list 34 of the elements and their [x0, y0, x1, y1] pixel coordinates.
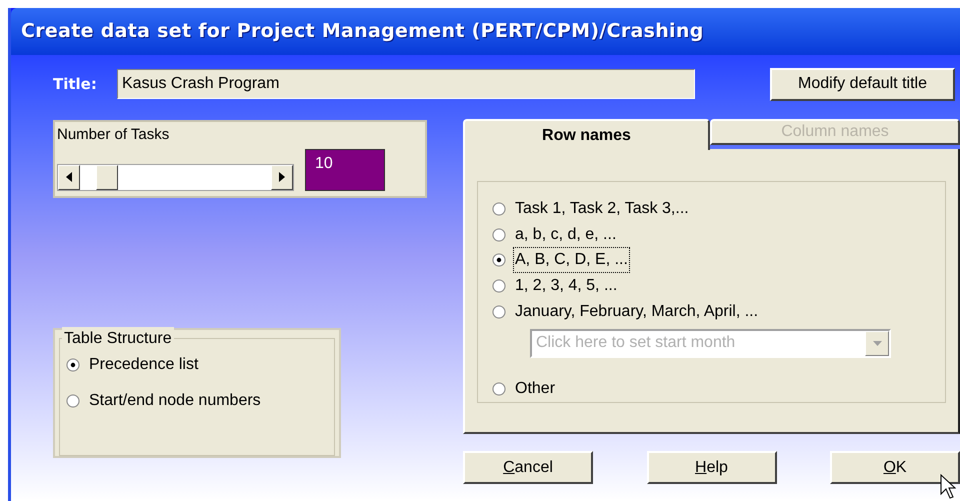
right-arrow-icon	[279, 172, 285, 182]
option-label: 1, 2, 3, 4, 5, ...	[514, 276, 618, 296]
option-label: January, February, March, April, ...	[514, 302, 760, 322]
radio-button[interactable]	[492, 304, 506, 319]
radio-button[interactable]	[492, 279, 506, 294]
radio-button[interactable]	[492, 253, 506, 268]
scroll-right-button[interactable]	[271, 164, 293, 190]
window-title: Create data set for Project Management (PERT/CPM)/Crashing	[21, 19, 704, 44]
scroll-left-button[interactable]	[58, 164, 80, 190]
tasks-label: Number of Tasks	[57, 125, 170, 145]
radio-button[interactable]	[492, 382, 506, 396]
tab[interactable]: Row names	[463, 119, 710, 150]
dialog-button[interactable]: Help	[646, 451, 776, 484]
title-label: Title:	[53, 74, 98, 95]
left-arrow-icon	[66, 172, 72, 182]
option-label: Task 1, Task 2, Task 3,...	[514, 198, 690, 219]
scroll-thumb[interactable]	[96, 164, 118, 190]
modify-title-button[interactable]: Modify default title	[770, 68, 955, 100]
dialog-button[interactable]: Cancel	[463, 451, 593, 484]
radio-button[interactable]	[492, 202, 506, 216]
mouse-cursor-icon	[940, 474, 956, 501]
title-field[interactable]: Kasus Crash Program	[117, 69, 695, 99]
option-label: A, B, C, D, E, ...	[514, 248, 629, 272]
option-label: a, b, c, d, e, ...	[514, 224, 618, 245]
radio-button[interactable]	[66, 358, 80, 372]
dialog-button[interactable]: OK	[830, 451, 960, 484]
radio-button[interactable]	[66, 394, 80, 408]
radio-button[interactable]	[492, 228, 506, 242]
option-label: Other	[514, 379, 556, 400]
option-label: Precedence list	[89, 355, 198, 375]
task-count-display: 10	[305, 148, 385, 190]
task-count-scrollbar[interactable]	[57, 164, 294, 190]
option-label: Start/end node numbers	[89, 391, 261, 411]
dropdown-arrow-icon	[872, 340, 882, 346]
